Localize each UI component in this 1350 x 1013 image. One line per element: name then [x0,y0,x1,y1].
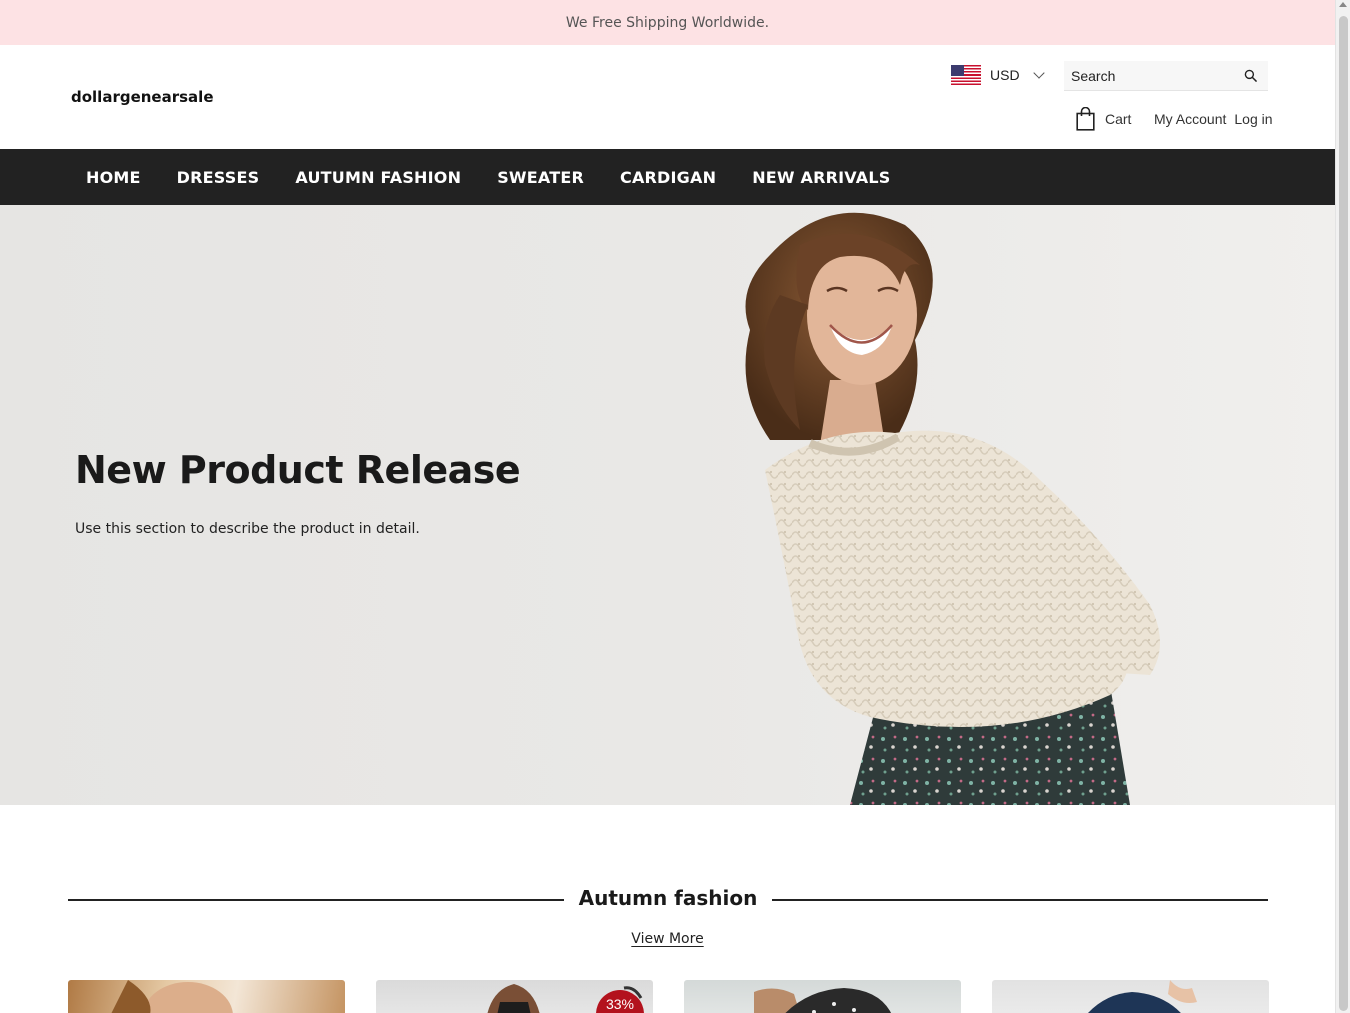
nav-item-home[interactable]: HOME [86,168,141,187]
scroll-up-arrow-icon[interactable] [1339,2,1347,7]
search-icon[interactable] [1244,69,1257,82]
section-divider-right [772,899,1268,901]
nav-item-new-arrivals[interactable]: NEW ARRIVALS [752,168,890,187]
view-more-wrapper: View More [0,931,1335,947]
nav-item-cardigan[interactable]: CARDIGAN [620,168,716,187]
hero-description: Use this section to describe the product… [75,521,420,537]
product-image [754,988,892,1013]
nav-item-sweater[interactable]: SWEATER [497,168,584,187]
site-header: dollargenearsale USD Cart My Account Log… [0,45,1335,149]
nav-item-dresses[interactable]: DRESSES [177,168,260,187]
store-logo[interactable]: dollargenearsale [71,88,214,106]
hero-model-image [680,205,1335,805]
view-more-link[interactable]: View More [631,931,703,947]
page: We Free Shipping Worldwide. dollargenear… [0,0,1335,1013]
us-flag-icon [951,65,981,85]
announcement-bar: We Free Shipping Worldwide. [0,0,1335,45]
currency-label: USD [990,67,1020,83]
scrollbar-thumb[interactable] [1339,16,1348,1011]
product-card[interactable] [992,980,1269,1013]
hero-title: New Product Release [75,448,521,492]
hero-banner[interactable]: New Product Release Use this section to … [0,205,1335,805]
product-image [111,980,233,1013]
cart-label: Cart [1105,111,1132,127]
announcement-text: We Free Shipping Worldwide. [565,14,770,31]
section-divider-left [68,899,564,901]
product-image [1088,980,1197,1013]
search-box [1064,61,1268,91]
account-links: My Account Log in [1154,111,1273,127]
product-grid: 33% [68,980,1269,1013]
product-card[interactable]: 33% [376,980,653,1013]
vertical-scrollbar[interactable] [1335,0,1350,1013]
my-account-link[interactable]: My Account [1154,111,1226,127]
chevron-down-icon [1032,67,1045,79]
cart-link[interactable]: Cart [1076,107,1131,131]
product-card[interactable] [68,980,345,1013]
search-input[interactable] [1071,67,1236,84]
main-navigation: HOME DRESSES AUTUMN FASHION SWEATER CARD… [0,149,1335,205]
currency-selector[interactable]: USD [951,65,1045,85]
product-card[interactable] [684,980,961,1013]
login-link[interactable]: Log in [1234,111,1272,127]
autumn-fashion-section: Autumn fashion View More 33% [0,805,1335,1013]
nav-item-autumn-fashion[interactable]: AUTUMN FASHION [295,168,461,187]
shopping-bag-icon [1076,107,1095,131]
section-title: Autumn fashion [578,886,758,910]
